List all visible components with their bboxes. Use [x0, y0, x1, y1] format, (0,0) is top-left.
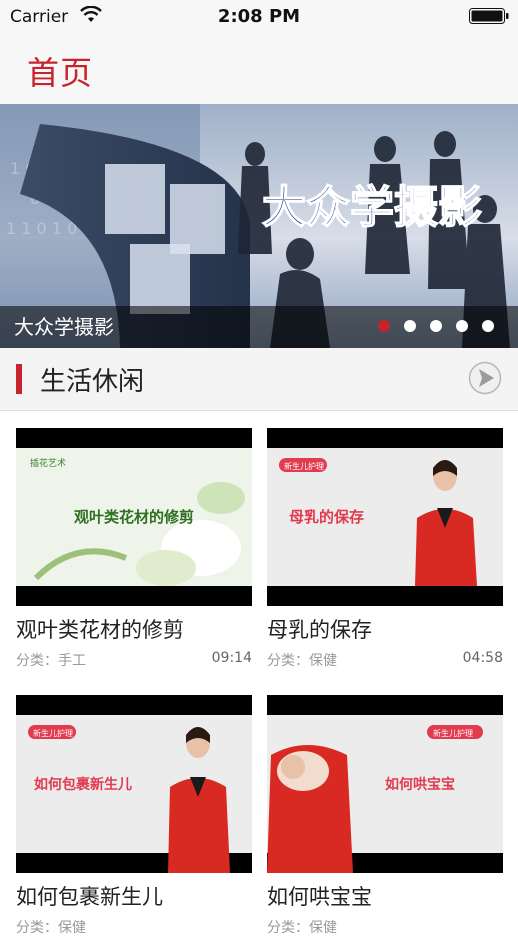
- video-title: 如何包裹新生儿: [16, 885, 163, 909]
- thumbnail-title: 母乳的保存: [289, 508, 364, 526]
- nav-bar: 首页: [0, 34, 518, 105]
- video-thumbnail[interactable]: 新生儿护理 如何哄宝宝: [267, 695, 503, 873]
- clock: 2:08 PM: [217, 6, 301, 27]
- page-dot[interactable]: [482, 320, 494, 332]
- status-bar: Carrier 2:08 PM: [0, 0, 518, 34]
- page-dot[interactable]: [378, 320, 390, 332]
- svg-text:1 1 0 1 0: 1 1 0 1 0: [6, 219, 77, 238]
- video-category: 分类：保健: [267, 920, 337, 936]
- thumbnail-logo: 新生儿护理: [33, 728, 73, 738]
- thumbnail-logo: 插花艺术: [30, 457, 66, 469]
- video-thumbnail[interactable]: 新生儿护理 母乳的保存: [267, 428, 503, 606]
- video-thumbnail[interactable]: 新生儿护理 如何包裹新生儿: [16, 695, 252, 873]
- page-dot[interactable]: [456, 320, 468, 332]
- page-dot[interactable]: [404, 320, 416, 332]
- banner-caption: 大众学摄影: [14, 315, 114, 339]
- page-title: 首页: [27, 54, 94, 92]
- thumbnail-title: 如何包裹新生儿: [34, 776, 132, 793]
- battery-icon: [469, 8, 509, 24]
- video-title: 母乳的保存: [267, 618, 372, 642]
- video-duration: 09:14: [211, 650, 252, 666]
- video-duration: 04:58: [462, 650, 503, 666]
- thumbnail-title: 如何哄宝宝: [385, 776, 455, 793]
- video-category: 分类：保健: [16, 920, 86, 936]
- thumbnail-title: 观叶类花材的修剪: [74, 508, 194, 526]
- banner-title-graphic: 大众学摄影: [262, 182, 482, 233]
- thumbnail-logo: 新生儿护理: [284, 461, 324, 471]
- video-title: 观叶类花材的修剪: [16, 618, 184, 642]
- video-category: 分类：手工: [16, 653, 86, 669]
- section-header: 生活休闲: [0, 348, 518, 411]
- more-arrow-icon[interactable]: [468, 361, 502, 395]
- page-dot[interactable]: [430, 320, 442, 332]
- section-accent-bar: [16, 364, 22, 394]
- video-category: 分类：保健: [267, 653, 337, 669]
- video-thumbnail[interactable]: 插花艺术 观叶类花材的修剪: [16, 428, 252, 606]
- thumbnail-logo: 新生儿护理: [433, 728, 473, 738]
- video-title: 如何哄宝宝: [267, 885, 372, 909]
- section-title: 生活休闲: [40, 367, 145, 397]
